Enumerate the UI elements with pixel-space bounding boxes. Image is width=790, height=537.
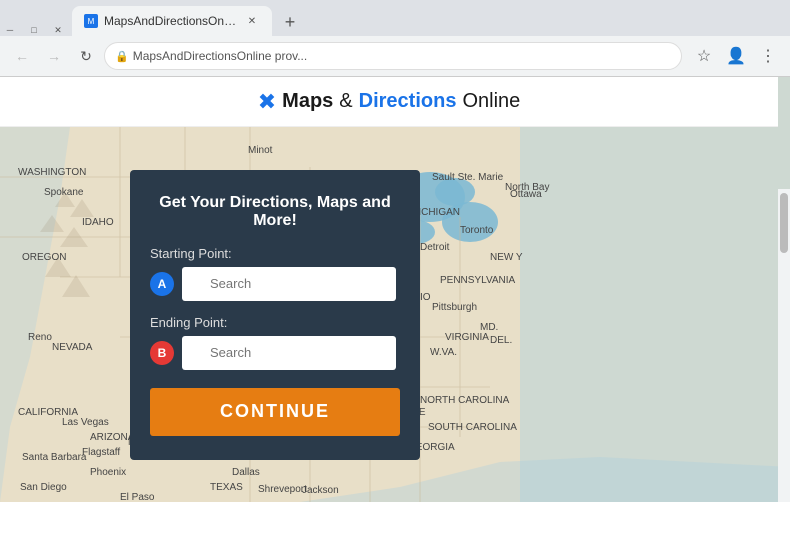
logo-directions-text: Directions <box>359 90 457 113</box>
page-content: WASHINGTONSpokaneOREGONIDAHONEVADACALIFO… <box>0 77 790 502</box>
point-a-marker: A <box>150 272 174 296</box>
site-logo: ✖ Maps & Directions Online <box>258 89 521 115</box>
address-bar-row: ← → ↻ 🔒 MapsAndDirectionsOnline prov... … <box>0 36 790 76</box>
close-button[interactable]: ✕ <box>52 24 64 36</box>
ending-input-wrapper: 🔍 <box>182 336 400 370</box>
starting-point-input[interactable] <box>182 267 396 301</box>
logo-maps-text: Maps <box>282 90 333 113</box>
tab-bar: ─ □ ✕ M MapsAndDirectionsOnline prov... … <box>0 0 790 36</box>
site-header: ✖ Maps & Directions Online <box>0 77 778 127</box>
address-text: MapsAndDirectionsOnline prov... <box>133 49 308 63</box>
ending-point-input[interactable] <box>182 336 396 370</box>
ending-point-row: B 🔍 <box>150 336 400 370</box>
address-bar[interactable]: 🔒 MapsAndDirectionsOnline prov... <box>104 42 682 70</box>
reload-button[interactable]: ↻ <box>72 42 100 70</box>
starting-point-row: A 🔍 <box>150 267 400 301</box>
star-icon[interactable]: ☆ <box>690 42 718 70</box>
account-icon[interactable]: 👤 <box>722 42 750 70</box>
modal-title: Get Your Directions, Maps and More! <box>150 194 400 230</box>
menu-icon[interactable]: ⋮ <box>754 42 782 70</box>
logo-icon: ✖ <box>258 89 276 115</box>
logo-amp-text: & <box>339 90 352 113</box>
starting-point-label: Starting Point: <box>150 246 400 261</box>
tab-title: MapsAndDirectionsOnline prov... <box>104 14 238 28</box>
toolbar-icons: ☆ 👤 ⋮ <box>690 42 782 70</box>
lock-icon: 🔒 <box>115 50 129 63</box>
modal-overlay: Get Your Directions, Maps and More! Star… <box>0 127 790 502</box>
minimize-button[interactable]: ─ <box>4 24 16 36</box>
browser-chrome: ─ □ ✕ M MapsAndDirectionsOnline prov... … <box>0 0 790 77</box>
ending-point-label: Ending Point: <box>150 315 400 330</box>
maximize-button[interactable]: □ <box>28 24 40 36</box>
new-tab-button[interactable]: + <box>276 8 304 36</box>
forward-button[interactable]: → <box>40 42 68 70</box>
active-tab[interactable]: M MapsAndDirectionsOnline prov... ✕ <box>72 6 272 36</box>
point-b-marker: B <box>150 341 174 365</box>
window-controls: ─ □ ✕ <box>4 24 64 36</box>
logo-online-text: Online <box>462 90 520 113</box>
continue-button[interactable]: CONTINUE <box>150 388 400 436</box>
directions-modal: Get Your Directions, Maps and More! Star… <box>130 170 420 460</box>
starting-input-wrapper: 🔍 <box>182 267 400 301</box>
back-button[interactable]: ← <box>8 42 36 70</box>
tab-close-button[interactable]: ✕ <box>244 13 260 29</box>
tab-favicon: M <box>84 14 98 28</box>
